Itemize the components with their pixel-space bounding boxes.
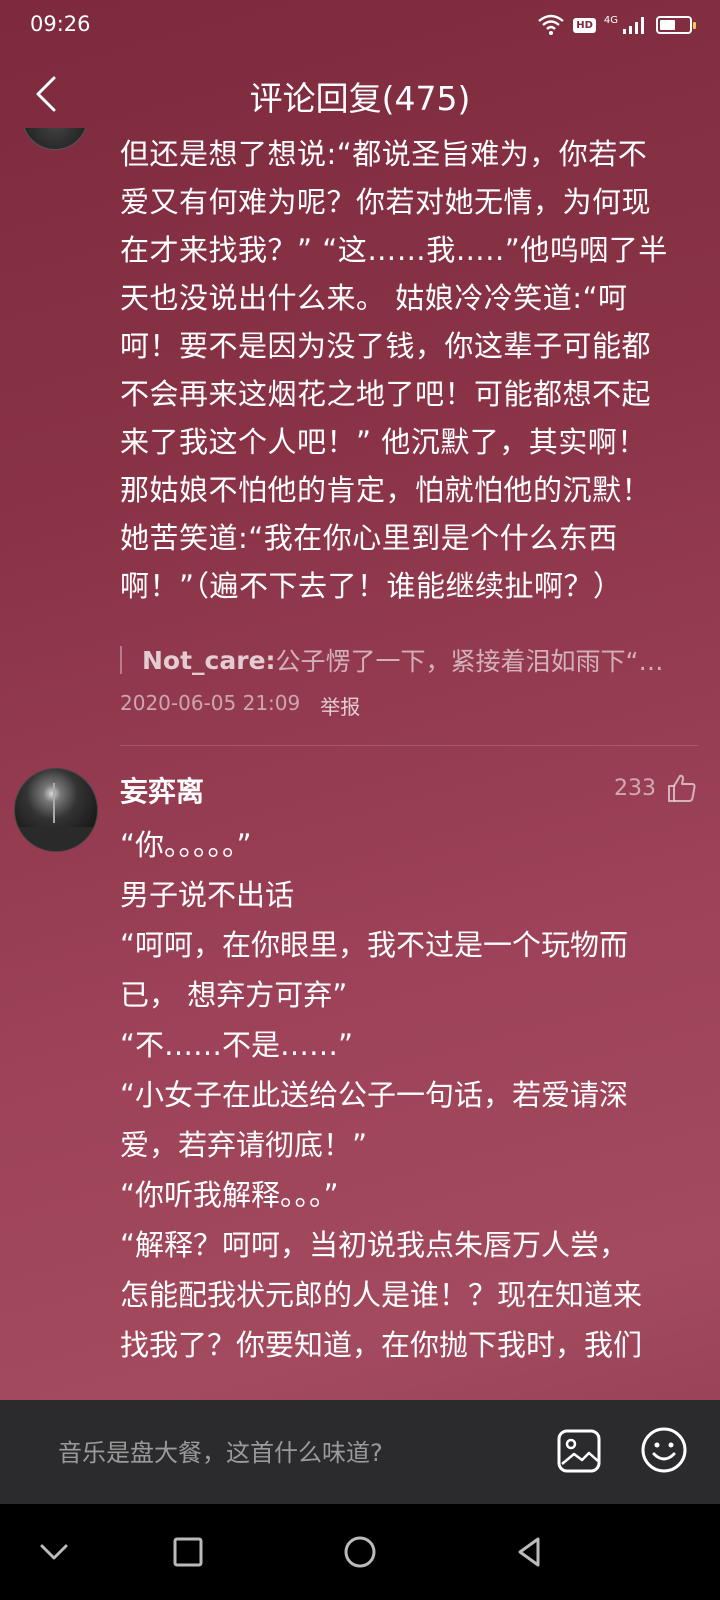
comment-line: “呵呵，在你眼里，我不过是一个玩物而 xyxy=(120,928,629,962)
like-count: 233 xyxy=(614,775,656,801)
comment-input[interactable]: 音乐是盘大餐，这首什么味道? xyxy=(58,1433,383,1468)
header: 评论回复(475) xyxy=(0,58,720,134)
page-title: 评论回复(475) xyxy=(249,79,471,118)
comment-username[interactable]: 妄弈离 xyxy=(120,770,204,810)
comment-body: 但还是想了想说:“都说圣旨难为，你若不 爱又有何难为呢？你若对她无情，为何现 在… xyxy=(120,130,700,610)
battery-icon xyxy=(656,16,696,34)
comment-line: 已， 想弃方可弃” xyxy=(120,978,348,1012)
comment-line: 找我了？你要知道，在你抛下我时，我们 xyxy=(120,1328,643,1362)
hd-badge: HD xyxy=(573,17,596,33)
comment-line: 在才来找我？” “这……我…..”他呜咽了半 xyxy=(120,233,668,267)
status-bar: 09:26 HD 4G xyxy=(0,0,720,52)
avatar-lamp xyxy=(53,783,55,823)
comment-line: “不……不是……” xyxy=(120,1028,354,1062)
comment-line: 天也没说出什么来。 姑娘冷冷笑道:“呵 xyxy=(120,281,628,315)
reply-text: 公子愣了一下，紧接着泪如雨下“… xyxy=(275,647,664,676)
reply-quote-bar xyxy=(120,646,122,674)
comment-line: 怎能配我状元郎的人是谁！？现在知道来 xyxy=(120,1278,643,1312)
emoji-button[interactable] xyxy=(640,1426,688,1474)
nav-back-button[interactable] xyxy=(512,1534,548,1570)
image-button[interactable] xyxy=(556,1428,602,1474)
smiley-icon xyxy=(641,1427,687,1473)
chevron-down-icon xyxy=(40,1544,68,1560)
status-icons: HD 4G xyxy=(537,12,696,38)
divider xyxy=(120,745,698,746)
comment-line: 啊！”（遍不下去了！谁能继续扯啊？） xyxy=(120,569,623,603)
comment-line: 爱，若弃请彻底！” xyxy=(120,1128,368,1162)
nav-down-button[interactable] xyxy=(36,1534,72,1570)
comment-meta: 2020-06-05 21:09 举报 xyxy=(120,691,360,720)
avatar-ground xyxy=(15,827,97,851)
comment-line: 男子说不出话 xyxy=(120,878,295,912)
comment-line: 那姑娘不怕他的肯定，怕就怕他的沉默！ xyxy=(120,473,652,507)
comment-line: 来了我这个人吧！” 他沉默了，其实啊！ xyxy=(120,425,647,459)
image-icon xyxy=(557,1429,601,1473)
thumbs-up-icon xyxy=(668,774,696,802)
reply-preview[interactable]: Not_care: 公子愣了一下，紧接着泪如雨下“… xyxy=(120,638,700,682)
comment-body: “你。。。。。” 男子说不出话 “呵呵，在你眼里，我不过是一个玩物而 已， 想弃… xyxy=(120,820,700,1370)
avatar[interactable] xyxy=(14,768,98,852)
comment-line: 呵！要不是因为没了钱，你这辈子可能都 xyxy=(120,329,652,363)
comment-line: 她苦笑道:“我在你心里到是个什么东西 xyxy=(120,521,618,555)
avatar[interactable] xyxy=(22,128,88,150)
nav-home-button[interactable] xyxy=(342,1534,378,1570)
nav-recent-button[interactable] xyxy=(170,1534,206,1570)
signal-icon xyxy=(623,17,644,34)
wifi-icon xyxy=(538,14,564,35)
network-type: 4G xyxy=(603,14,618,26)
triangle-back-icon xyxy=(518,1537,540,1567)
comment-line: “解释？呵呵，当初说我点朱唇万人尝， xyxy=(120,1228,629,1262)
comment-line: 爱又有何难为呢？你若对她无情，为何现 xyxy=(120,185,652,219)
comment-line: 但还是想了想说:“都说圣旨难为，你若不 xyxy=(120,137,648,171)
comment-timestamp: 2020-06-05 21:09 xyxy=(120,691,301,715)
comment-line: “你听我解释。。。” xyxy=(120,1178,339,1212)
comment-list[interactable]: 但还是想了想说:“都说圣旨难为，你若不 爱又有何难为呢？你若对她无情，为何现 在… xyxy=(0,128,720,1400)
comment-line: “小女子在此送给公子一句话，若爱请深 xyxy=(120,1078,629,1112)
comment-input-bar[interactable]: 音乐是盘大餐，这首什么味道? xyxy=(0,1400,720,1504)
report-link[interactable]: 举报 xyxy=(320,691,360,720)
comment-line: 不会再来这烟花之地了吧！可能都想不起 xyxy=(120,377,652,411)
comment-line: “你。。。。。” xyxy=(120,828,252,862)
system-navigation-bar xyxy=(0,1504,720,1600)
square-recent-icon xyxy=(173,1537,203,1567)
battery-level xyxy=(660,20,675,30)
like-button[interactable]: 233 xyxy=(614,772,698,804)
circle-home-icon xyxy=(344,1536,376,1568)
status-time: 09:26 xyxy=(30,12,91,36)
reply-author[interactable]: Not_care: xyxy=(142,646,276,675)
